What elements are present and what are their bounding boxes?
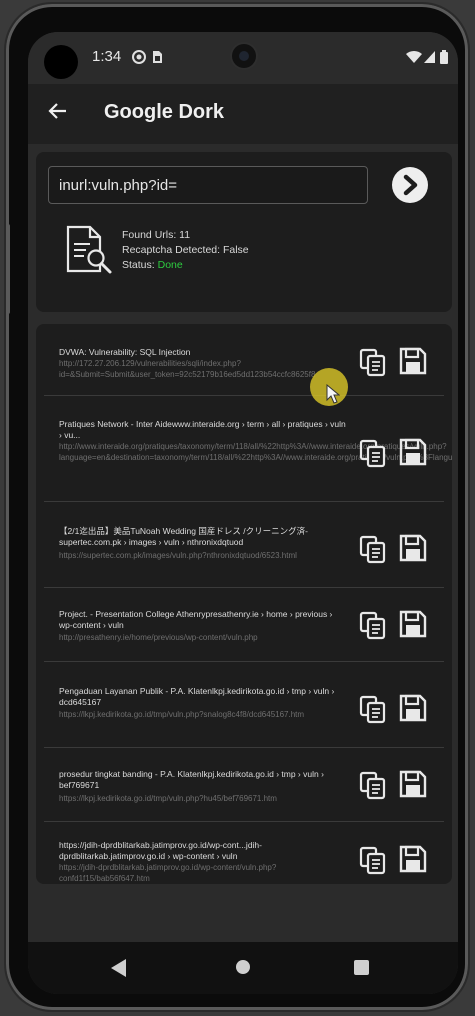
wifi-icon	[406, 50, 422, 67]
copy-icon[interactable]	[358, 845, 388, 875]
list-item: DVWA: Vulnerability: SQL Injection http:…	[44, 324, 444, 396]
results-list: DVWA: Vulnerability: SQL Injection http:…	[36, 324, 452, 884]
copy-icon[interactable]	[358, 347, 388, 377]
save-icon[interactable]	[398, 844, 428, 874]
document-search-icon	[64, 224, 114, 276]
save-icon[interactable]	[398, 609, 428, 639]
sim-icon	[152, 50, 163, 67]
save-icon[interactable]	[398, 346, 428, 376]
signal-icon	[424, 50, 436, 67]
navigation-bar	[28, 942, 458, 994]
result-title: Pengaduan Layanan Publik - P.A. Klatenlk…	[59, 686, 335, 707]
save-icon[interactable]	[398, 769, 428, 799]
save-icon[interactable]	[398, 437, 428, 467]
status-bar: 1:34	[28, 32, 458, 84]
page-title: Google Dork	[104, 101, 225, 123]
status-value: Done	[157, 259, 183, 271]
result-url[interactable]: https://lkpj.kedirikota.go.id/tmp/vuln.p…	[59, 710, 347, 721]
result-url[interactable]: https://supertec.com.pk/images/vuln.php?…	[59, 551, 347, 562]
copy-icon[interactable]	[358, 534, 388, 564]
result-url[interactable]: http://172.27.206.129/vulnerabilities/sq…	[59, 359, 347, 380]
app-bar: Google Dork	[28, 84, 458, 144]
list-item: 【2/1迄出品】美品TuNoah Wedding 国産ドレス /クリーニング済-…	[44, 501, 444, 588]
status-label: Status:	[122, 259, 158, 271]
result-title: Project. - Presentation College Athenryp…	[59, 609, 333, 630]
nav-back-icon[interactable]	[110, 958, 128, 978]
battery-icon	[440, 50, 448, 67]
result-title: DVWA: Vulnerability: SQL Injection	[59, 347, 191, 357]
nav-recents-icon[interactable]	[354, 960, 369, 975]
phone-frame: 1:34 Google Dork inurl:vuln.php?id= Foun…	[6, 4, 468, 1010]
search-info: Found Urls: 11 Recaptcha Detected: False…	[122, 228, 249, 273]
status-time: 1:34	[92, 48, 122, 65]
search-go-button[interactable]	[392, 167, 428, 203]
found-urls-label: Found Urls: 11	[122, 229, 191, 241]
result-title: prosedur tingkat banding - P.A. Klatenlk…	[59, 769, 324, 790]
search-input[interactable]	[48, 166, 368, 204]
search-card: Found Urls: 11 Recaptcha Detected: False…	[36, 152, 452, 312]
save-icon[interactable]	[398, 533, 428, 563]
copy-icon[interactable]	[358, 694, 388, 724]
list-item: prosedur tingkat banding - P.A. Klatenlk…	[44, 747, 444, 822]
camera-cutout	[44, 45, 78, 79]
front-camera	[232, 44, 256, 68]
result-title: https://jdih-dprdblitarkab.jatimprov.go.…	[59, 840, 262, 861]
screen: 1:34 Google Dork inurl:vuln.php?id= Foun…	[28, 32, 458, 994]
status-line: Status: Done	[122, 258, 249, 273]
nav-home-icon[interactable]	[236, 960, 250, 974]
recaptcha-label: Recaptcha Detected: False	[122, 244, 249, 256]
copy-icon[interactable]	[358, 610, 388, 640]
result-url[interactable]: https://jdih-dprdblitarkab.jatimprov.go.…	[59, 863, 347, 884]
media-icon	[132, 50, 146, 67]
result-url[interactable]: http://presathenry.ie/home/previous/wp-c…	[59, 633, 347, 644]
result-title: 【2/1迄出品】美品TuNoah Wedding 国産ドレス /クリーニング済-…	[59, 526, 308, 547]
side-button	[6, 224, 10, 314]
list-item: Pratiques Network - Inter Aidewww.intera…	[44, 395, 452, 502]
copy-icon[interactable]	[358, 770, 388, 800]
chevron-right-icon	[403, 174, 418, 196]
result-title: Pratiques Network - Inter Aidewww.intera…	[59, 419, 346, 440]
save-icon[interactable]	[398, 693, 428, 723]
list-item: Pengaduan Layanan Publik - P.A. Klatenlk…	[44, 661, 444, 748]
result-url[interactable]: https://lkpj.kedirikota.go.id/tmp/vuln.p…	[59, 794, 347, 805]
list-item: https://jdih-dprdblitarkab.jatimprov.go.…	[44, 821, 444, 884]
copy-icon[interactable]	[358, 438, 388, 468]
cursor-icon	[326, 383, 341, 404]
result-url[interactable]: http://www.interaide.org/pratiques/taxon…	[59, 442, 452, 463]
back-arrow-icon[interactable]	[46, 99, 70, 123]
list-item: Project. - Presentation College Athenryp…	[44, 587, 444, 662]
